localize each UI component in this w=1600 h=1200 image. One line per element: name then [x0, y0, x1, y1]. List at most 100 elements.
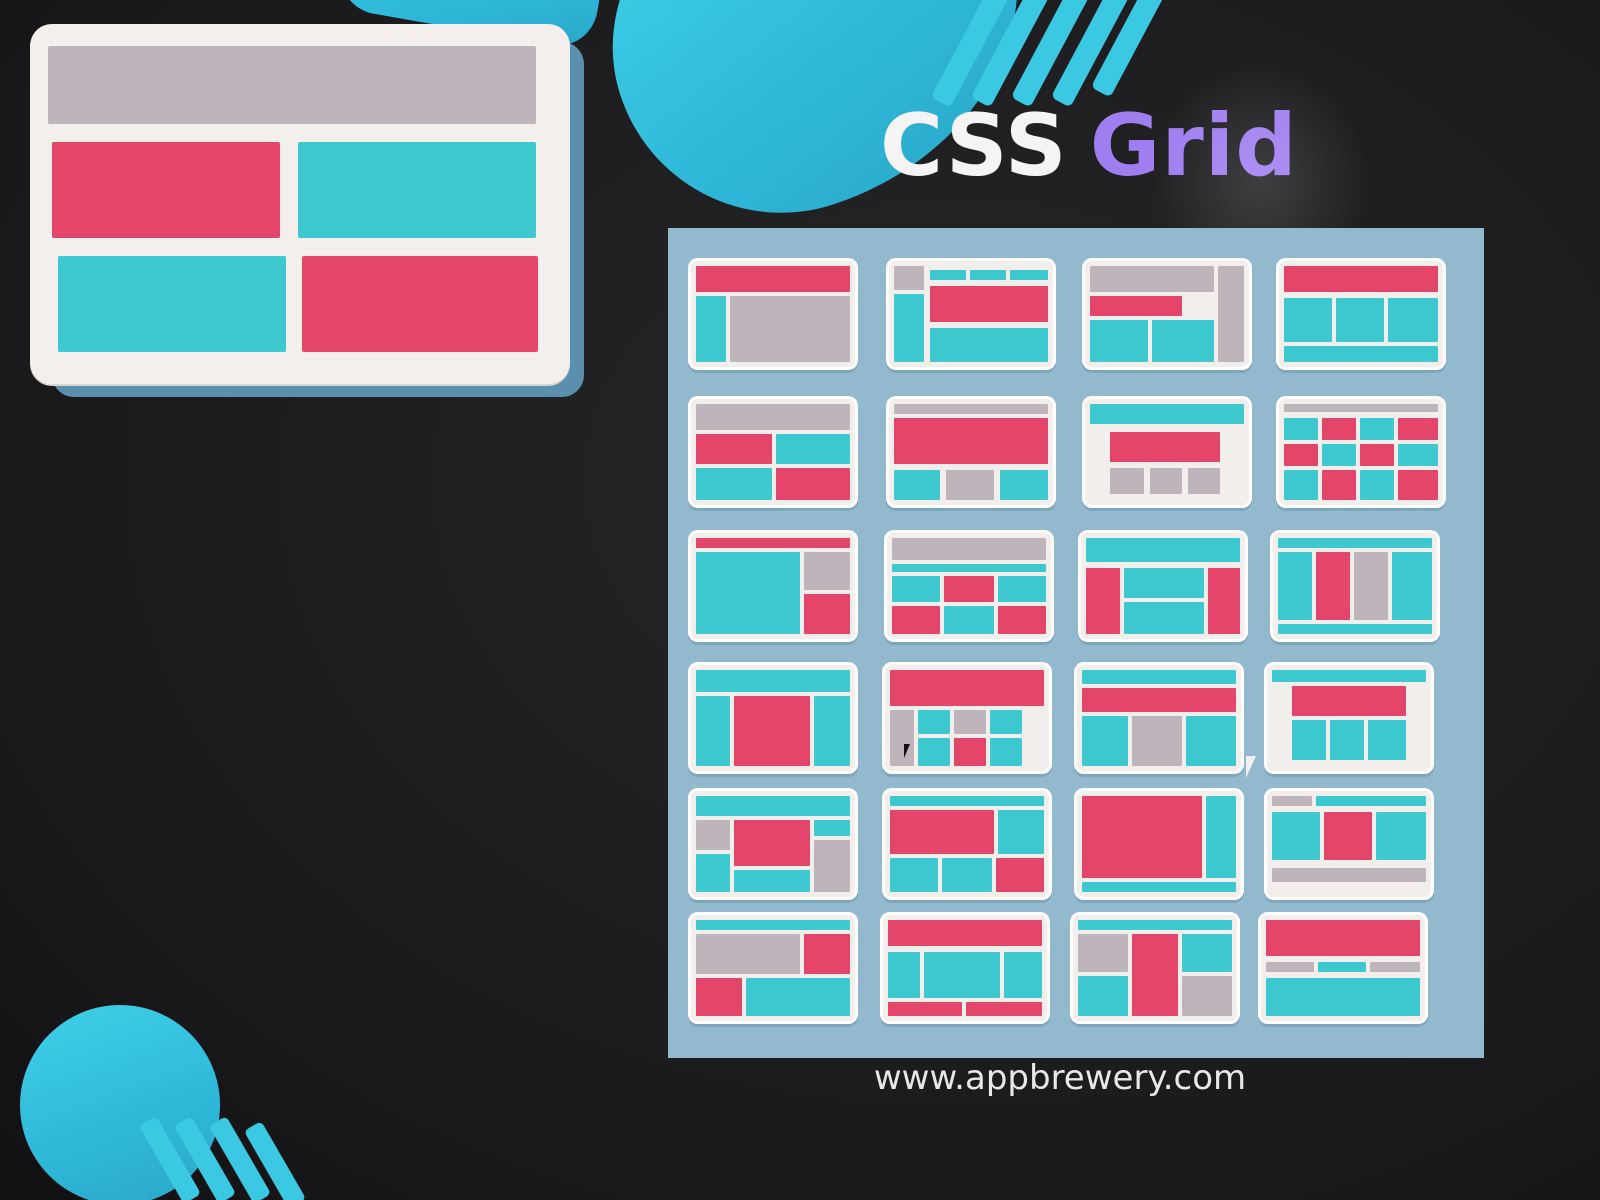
thumbnail-cell [1388, 298, 1438, 342]
thumbnail-cell [890, 858, 938, 892]
thumbnail-cell [1266, 978, 1420, 1016]
thumbnail-cell [696, 670, 850, 692]
thumbnail-cell [918, 710, 950, 734]
thumbnail-cell [696, 296, 726, 362]
thumbnail-cell [930, 270, 966, 280]
thumbnail-cell [1272, 796, 1312, 806]
layout-thumbnail [1258, 912, 1428, 1024]
layout-thumbnail [884, 530, 1054, 642]
layout-thumbnail [1070, 912, 1240, 1024]
thumbnail-cell [942, 858, 992, 892]
layout-thumbnail [1264, 662, 1434, 774]
thumbnail-cell [990, 738, 1022, 766]
thumbnail-cell [1360, 444, 1394, 466]
thumbnail-cell [890, 670, 1044, 706]
layout-thumbnail [688, 788, 858, 900]
thumbnail-cell [776, 468, 850, 500]
thumbnail-cell [804, 934, 850, 974]
thumbnail-cell [1336, 298, 1384, 342]
thumbnail-cell [696, 854, 730, 892]
thumbnail-cell [892, 564, 1046, 572]
screen: CSS Grid www.appbrewery.com [0, 0, 1600, 1200]
thumbnail-cell [1318, 962, 1366, 972]
thumbnail-cell [1322, 418, 1356, 440]
layout-thumbnail [688, 912, 858, 1024]
thumbnail-cell [1272, 868, 1426, 882]
thumbnail-cell [1392, 552, 1432, 620]
thumbnail-cell [1330, 720, 1364, 760]
thumbnail-cell [1010, 270, 1048, 280]
thumbnail-cell [1266, 920, 1420, 956]
thumbnail-cell [1150, 468, 1182, 494]
thumbnail-cell [1090, 296, 1182, 316]
thumbnail-cell [892, 576, 940, 602]
thumbnail-cell [814, 696, 850, 766]
layout-thumbnail [882, 788, 1052, 900]
thumbnail-cell [1132, 934, 1178, 1016]
layout-thumbnail [1074, 662, 1244, 774]
thumbnail-cell [930, 328, 1048, 362]
thumbnail-cell [1316, 552, 1350, 620]
thumbnail-cell [1284, 298, 1332, 342]
page-title: CSS Grid [880, 96, 1298, 196]
thumbnail-cell [924, 952, 1000, 998]
thumbnail-cell [814, 840, 850, 892]
thumbnail-cell [1284, 404, 1438, 412]
thumbnail-cell [696, 266, 850, 292]
thumbnail-cell [1272, 812, 1320, 860]
thumbnail-cell [1186, 716, 1236, 766]
thumbnail-cell [1322, 444, 1356, 466]
thumbnail-cell [894, 418, 1048, 464]
thumbnail-cell [954, 710, 986, 734]
thumbnail-cell [814, 820, 850, 836]
thumbnail-cell [888, 1002, 962, 1016]
thumbnail-cell [1218, 266, 1244, 362]
grid-cell [302, 256, 538, 352]
thumbnail-cell [1090, 320, 1148, 362]
thumbnail-cell [1368, 720, 1406, 760]
grid-header-cell [48, 46, 536, 124]
thumbnail-cell [1354, 552, 1388, 620]
thumbnail-cell [1322, 470, 1356, 500]
decorative-blob-bottom [20, 1005, 220, 1200]
thumbnail-cell [1360, 418, 1394, 440]
grid-cell [298, 142, 536, 238]
thumbnail-cell [734, 870, 810, 892]
thumbnail-cell [696, 934, 800, 974]
thumbnail-cell [1284, 470, 1318, 500]
thumbnail-cell [890, 796, 1044, 806]
layout-thumbnail [688, 396, 858, 508]
thumbnail-cell [1324, 812, 1372, 860]
thumbnail-cell [734, 696, 810, 766]
layout-thumbnail [1276, 258, 1446, 370]
title-grid: Grid [1089, 96, 1298, 196]
thumbnail-cell [804, 594, 850, 634]
thumbnail-cell [1078, 934, 1128, 972]
thumbnail-cell [1188, 468, 1220, 494]
layouts-panel [668, 228, 1484, 1058]
thumbnail-cell [894, 404, 1048, 414]
thumbnail-cell [970, 270, 1006, 280]
thumbnail-cell [894, 470, 940, 500]
layout-thumbnail [1074, 788, 1244, 900]
thumbnail-cell [1284, 444, 1318, 466]
thumbnail-cell [696, 552, 800, 634]
thumbnail-cell [1284, 266, 1438, 292]
thumbnail-cell [776, 434, 850, 464]
thumbnail-cell [888, 952, 920, 998]
cursor-icon [1246, 756, 1268, 778]
thumbnail-cell [1292, 686, 1406, 716]
thumbnail-cell [1082, 796, 1202, 878]
thumbnail-cell [1082, 688, 1236, 712]
layout-thumbnail [1078, 530, 1248, 642]
thumbnail-cell [1182, 934, 1232, 972]
thumbnail-cell [696, 404, 850, 430]
thumbnail-cell [1082, 670, 1236, 684]
thumbnail-cell [1132, 716, 1182, 766]
thumbnail-cell [1124, 602, 1204, 634]
grid-cell [58, 256, 286, 352]
thumbnail-cell [1376, 812, 1426, 860]
thumbnail-cell [1292, 720, 1326, 760]
layout-thumbnail [688, 258, 858, 370]
cursor-icon [904, 744, 918, 758]
